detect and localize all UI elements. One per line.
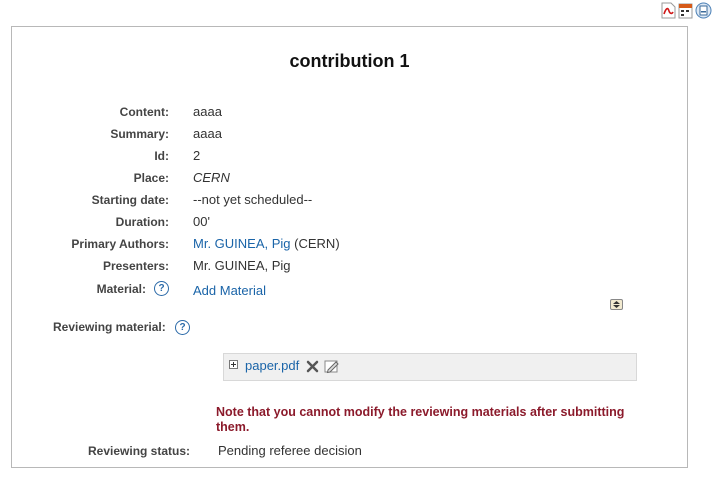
place-value: CERN	[193, 170, 230, 185]
collapse-toggle-icon[interactable]	[610, 299, 623, 310]
contribution-panel: contribution 1 Content: aaaa Summary: aa…	[11, 26, 688, 468]
duration-label: Duration:	[115, 215, 169, 229]
reviewing-file-row: paper.pdf	[223, 353, 637, 381]
starting-date-label: Starting date:	[91, 193, 169, 207]
page-title: contribution 1	[289, 51, 410, 71]
place-label: Place:	[133, 171, 169, 185]
author-affiliation: (CERN)	[294, 236, 340, 251]
ical-icon[interactable]	[678, 2, 693, 19]
content-value: aaaa	[193, 104, 222, 119]
primary-authors-value: Mr. GUINEA, Pig (CERN)	[193, 236, 340, 251]
presenters-label: Presenters:	[102, 259, 169, 273]
summary-value: aaaa	[193, 126, 222, 141]
content-label: Content:	[119, 105, 169, 119]
id-label: Id:	[154, 149, 169, 163]
top-toolbar	[661, 2, 712, 19]
expand-icon[interactable]	[229, 360, 238, 369]
reviewing-note: Note that you cannot modify the reviewin…	[216, 405, 625, 434]
reviewing-material-label: Reviewing material:	[53, 320, 166, 334]
edit-icon[interactable]	[324, 359, 340, 377]
presenters-value: Mr. GUINEA, Pig	[193, 258, 291, 273]
material-help-icon[interactable]: ?	[154, 281, 169, 296]
reviewing-help-icon[interactable]: ?	[175, 320, 190, 335]
duration-value: 00'	[193, 214, 210, 229]
add-material-link[interactable]: Add Material	[193, 283, 266, 298]
pdf-icon[interactable]	[661, 2, 676, 19]
print-icon[interactable]	[695, 2, 712, 19]
material-label: Material:	[96, 282, 146, 296]
delete-icon[interactable]	[306, 360, 319, 376]
author-link[interactable]: Mr. GUINEA, Pig	[193, 236, 291, 251]
reviewing-status-value: Pending referee decision	[218, 443, 362, 458]
id-value: 2	[193, 148, 201, 163]
starting-date-value: --not yet scheduled--	[193, 192, 313, 207]
reviewing-status-label: Reviewing status:	[88, 444, 191, 458]
paper-file-link[interactable]: paper.pdf	[245, 358, 299, 373]
primary-authors-label: Primary Authors:	[71, 237, 169, 251]
summary-label: Summary:	[110, 127, 169, 141]
